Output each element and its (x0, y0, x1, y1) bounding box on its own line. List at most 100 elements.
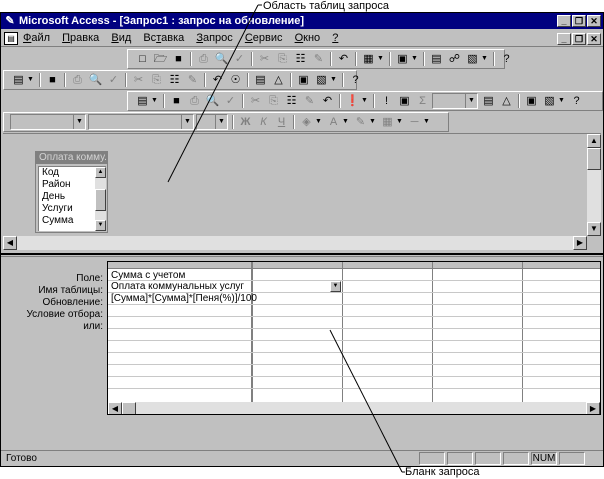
spelling-icon[interactable]: ✓ (105, 72, 122, 88)
scroll-right-icon[interactable]: ▶ (586, 402, 600, 414)
line-width-dropdown-icon[interactable]: ▼ (423, 114, 431, 130)
pane-splitter[interactable] (1, 253, 603, 257)
view-icon[interactable]: ▤ (134, 93, 151, 109)
grid-hscroll[interactable]: ◀ ▶ (108, 402, 600, 414)
menu-help[interactable]: ? (332, 32, 338, 45)
analyze-icon[interactable]: ▣ (394, 51, 411, 67)
analyze-dropdown-icon[interactable]: ▼ (411, 51, 419, 67)
field-list-scrollbar[interactable]: ▲ ▼ (95, 167, 106, 231)
paste-icon[interactable]: ☷ (292, 51, 309, 67)
help-icon[interactable]: ? (347, 72, 364, 88)
minimize-button[interactable]: _ (557, 15, 571, 27)
help-icon[interactable]: ? (568, 93, 585, 109)
chevron-down-icon[interactable]: ▼ (215, 115, 227, 129)
view-dropdown-icon[interactable]: ▼ (27, 72, 35, 88)
build-icon[interactable]: △ (270, 72, 287, 88)
chevron-down-icon[interactable]: ▼ (181, 115, 193, 129)
print-icon[interactable]: ⎙ (69, 72, 86, 88)
fill-color-dropdown-icon[interactable]: ▼ (315, 114, 323, 130)
grid-column-3[interactable] (343, 262, 433, 402)
new-icon[interactable]: □ (134, 51, 151, 67)
properties-icon[interactable]: ▤ (480, 93, 497, 109)
table-field-list-title[interactable]: Оплата комму... (36, 152, 107, 164)
scroll-down-icon[interactable]: ▼ (587, 222, 601, 236)
cut-icon[interactable]: ✂ (256, 51, 273, 67)
print-preview-icon[interactable]: 🔍 (204, 93, 221, 109)
view-icon[interactable]: ▤ (10, 72, 27, 88)
format-painter-icon[interactable]: ✎ (184, 72, 201, 88)
italic-icon[interactable]: К (255, 114, 272, 130)
field-cell[interactable]: Сумма с учетом (111, 270, 185, 281)
build-icon[interactable]: △ (498, 93, 515, 109)
scroll-thumb[interactable] (95, 189, 106, 211)
line-color-icon[interactable]: ✎ (352, 114, 369, 130)
save-icon[interactable]: ■ (44, 72, 61, 88)
scroll-up-icon[interactable]: ▲ (95, 167, 106, 178)
query-type-dropdown-icon[interactable]: ▼ (361, 93, 369, 109)
copy-icon[interactable]: ⎘ (148, 72, 165, 88)
key-icon[interactable]: ✎ (3, 14, 17, 28)
line-color-dropdown-icon[interactable]: ▼ (369, 114, 377, 130)
paste-icon[interactable]: ☷ (166, 72, 183, 88)
scroll-left-icon[interactable]: ◀ (108, 402, 122, 414)
help-icon[interactable]: ? (498, 51, 515, 67)
print-icon[interactable]: ⎙ (186, 93, 203, 109)
spelling-icon[interactable]: ✓ (231, 51, 248, 67)
office-links-dropdown-icon[interactable]: ▼ (377, 51, 385, 67)
new-object-icon[interactable]: ▧ (541, 93, 558, 109)
border-dropdown-icon[interactable]: ▼ (396, 114, 404, 130)
database-window-icon[interactable]: ▣ (523, 93, 540, 109)
format-painter-icon[interactable]: ✎ (310, 51, 327, 67)
scroll-up-icon[interactable]: ▲ (587, 134, 601, 148)
fill-color-icon[interactable]: ◈ (298, 114, 315, 130)
underline-icon[interactable]: Ч (273, 114, 290, 130)
run-icon[interactable]: ! (378, 93, 395, 109)
scroll-left-icon[interactable]: ◀ (3, 236, 17, 250)
view-dropdown-icon[interactable]: ▼ (151, 93, 159, 109)
table-area-hscroll[interactable]: ◀ ▶ (3, 236, 587, 250)
cut-icon[interactable]: ✂ (247, 93, 264, 109)
spelling-icon[interactable]: ✓ (222, 93, 239, 109)
doc-close-button[interactable]: ✕ (587, 33, 601, 45)
font-color-dropdown-icon[interactable]: ▼ (342, 114, 350, 130)
border-icon[interactable]: ▦ (379, 114, 396, 130)
copy-icon[interactable]: ⎘ (265, 93, 282, 109)
font-name-combo[interactable]: ▼ (88, 114, 194, 130)
undo-icon[interactable]: ↶ (319, 93, 336, 109)
chevron-down-icon[interactable]: ▼ (465, 94, 477, 108)
document-icon[interactable]: ▤ (4, 32, 18, 45)
menu-query[interactable]: Запрос (196, 32, 232, 45)
print-preview-icon[interactable]: 🔍 (213, 51, 230, 67)
doc-restore-button[interactable]: ❐ (572, 33, 586, 45)
object-combo[interactable]: ▼ (10, 114, 86, 130)
close-button[interactable]: ✕ (587, 15, 601, 27)
relationships-icon[interactable]: ☍ (446, 51, 463, 67)
scroll-thumb[interactable] (587, 148, 601, 170)
update-to-cell[interactable]: [Сумма]*[Сумма]*[Пеня(%)]/100 (111, 293, 257, 304)
table-area-vscroll[interactable]: ▲ ▼ (587, 134, 601, 236)
menu-view[interactable]: Вид (111, 32, 131, 45)
chevron-down-icon[interactable]: ▼ (330, 281, 341, 292)
copy-icon[interactable]: ⎘ (274, 51, 291, 67)
undo-icon[interactable]: ↶ (209, 72, 226, 88)
menu-file[interactable]: Файл (23, 32, 50, 45)
query-type-icon[interactable]: ❗ (344, 93, 361, 109)
database-window-icon[interactable]: ▣ (295, 72, 312, 88)
top-values-combo[interactable]: ▼ (432, 93, 478, 109)
print-icon[interactable]: ⎙ (195, 51, 212, 67)
query-design-grid[interactable]: Сумма с учетом Оплата коммунальных услуг… (107, 261, 601, 415)
new-object-dropdown-icon[interactable]: ▼ (330, 72, 338, 88)
grid-column-4[interactable] (433, 262, 523, 402)
new-object-icon[interactable]: ▧ (464, 51, 481, 67)
menu-window[interactable]: Окно (295, 32, 321, 45)
table-name-cell[interactable]: Оплата коммунальных услуг (111, 281, 244, 292)
menu-edit[interactable]: Правка (62, 32, 99, 45)
scroll-down-icon[interactable]: ▼ (95, 220, 106, 231)
new-object-icon[interactable]: ▧ (313, 72, 330, 88)
format-painter-icon[interactable]: ✎ (301, 93, 318, 109)
doc-minimize-button[interactable]: _ (557, 33, 571, 45)
print-preview-icon[interactable]: 🔍 (87, 72, 104, 88)
properties-icon[interactable]: ▤ (428, 51, 445, 67)
show-table-icon[interactable]: ▣ (396, 93, 413, 109)
save-icon[interactable]: ■ (168, 93, 185, 109)
